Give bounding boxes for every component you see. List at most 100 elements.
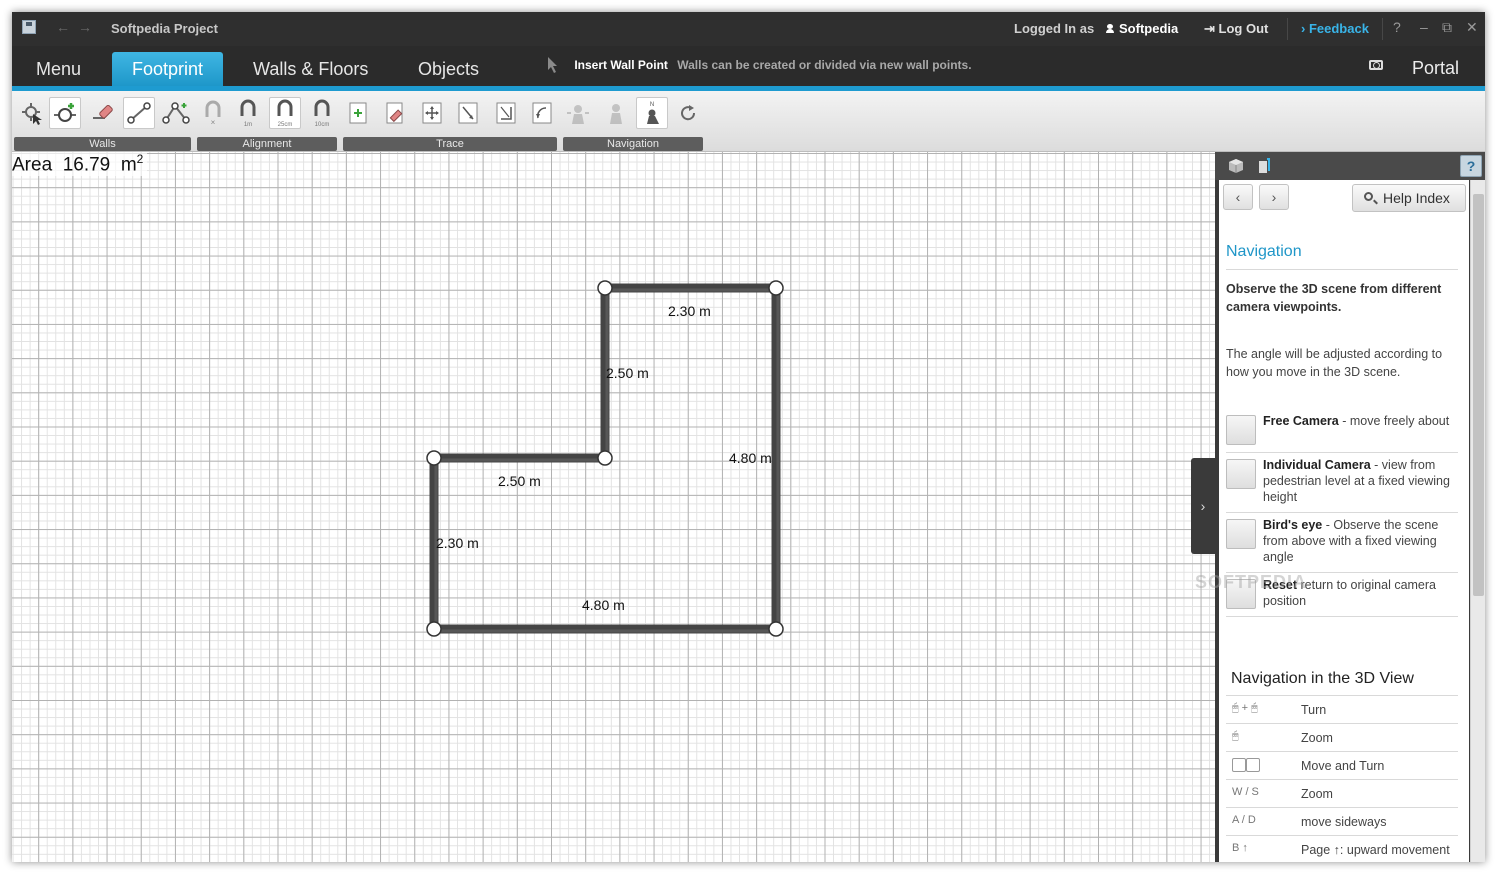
title-bar: ← → Softpedia Project Logged In as Softp…	[12, 12, 1485, 46]
wall-point[interactable]	[768, 280, 784, 296]
trace-resize-b-icon[interactable]	[490, 97, 522, 129]
individual-camera-icon[interactable]	[599, 97, 631, 129]
control-label: Zoom	[1301, 731, 1333, 745]
logged-in-label: Logged In as	[1014, 21, 1095, 36]
help-toggle-button[interactable]: ?	[1460, 155, 1482, 177]
tab-footprint[interactable]: Footprint	[112, 52, 224, 86]
close-button[interactable]: ✕	[1466, 19, 1478, 36]
watermark: SOFTPEDIA	[1195, 572, 1308, 592]
search-icon	[1364, 192, 1373, 201]
catalog-icon[interactable]	[1255, 157, 1273, 175]
wall-dimension-label: 2.30 m	[436, 535, 479, 551]
reset-camera-icon[interactable]	[672, 97, 704, 129]
control-label: Turn	[1301, 703, 1327, 717]
portal-link[interactable]: Portal	[1412, 58, 1459, 79]
individual-camera-icon	[1226, 459, 1256, 489]
svg-text:×: ×	[211, 118, 216, 127]
section-title: Navigation in the 3D View	[1231, 670, 1414, 687]
user-account[interactable]: Softpedia	[1106, 21, 1178, 36]
floorplan-canvas[interactable]: Area 16.79 m2 2.30 m 2.50 m 4.80 m 2.50 …	[12, 152, 1215, 862]
wall-dimension-label: 2.50 m	[498, 473, 541, 489]
chevron-right-icon: ›	[1301, 21, 1306, 36]
username: Softpedia	[1119, 21, 1179, 36]
magnet-10cm-icon[interactable]: 10cm	[306, 97, 338, 129]
help-item-text: Individual Camera - view from pedestrian…	[1263, 458, 1450, 504]
cube-view-icon[interactable]	[1227, 157, 1245, 175]
help-index-label: Help Index	[1383, 190, 1450, 206]
control-label: Zoom	[1301, 787, 1333, 801]
birds-eye-icon[interactable]: N	[636, 97, 668, 129]
help-item-individual-camera[interactable]: Individual Camera - view from pedestrian…	[1226, 457, 1458, 513]
wall-point[interactable]	[426, 621, 442, 637]
help-heading: Navigation	[1226, 243, 1302, 260]
separator	[1382, 18, 1383, 40]
eraser-icon[interactable]	[88, 97, 120, 129]
logout-link[interactable]: ⇥ Log Out	[1204, 21, 1268, 37]
trace-move-icon[interactable]	[416, 97, 448, 129]
control-label: Page ↑: upward movement	[1301, 843, 1450, 857]
magnet-10cm-label: 10cm	[315, 122, 330, 128]
control-row: Move and Turn	[1226, 752, 1458, 780]
tool-group-trace: Trace	[343, 137, 557, 151]
feedback-link[interactable]: › Feedback	[1301, 21, 1369, 36]
free-camera-icon[interactable]	[562, 97, 594, 129]
control-row: A / D move sideways	[1226, 808, 1458, 836]
logout-label: Log Out	[1218, 21, 1269, 36]
wall-dimension-label: 4.80 m	[729, 450, 772, 466]
insert-wall-point-icon[interactable]	[49, 97, 81, 129]
wall-point[interactable]	[597, 280, 613, 296]
tab-objects[interactable]: Objects	[398, 52, 499, 86]
trace-add-icon[interactable]	[342, 97, 374, 129]
select-tool-icon[interactable]	[16, 97, 48, 129]
help-back-button[interactable]: ‹	[1223, 184, 1253, 210]
free-camera-icon	[1226, 415, 1256, 445]
tab-walls-floors[interactable]: Walls & Floors	[233, 52, 388, 86]
save-icon[interactable]	[22, 20, 36, 34]
wall-point[interactable]	[426, 450, 442, 466]
magnet-1m-icon[interactable]: 1m	[232, 97, 264, 129]
trace-rotate-icon[interactable]	[526, 97, 558, 129]
tool-group-navigation: Navigation	[563, 137, 703, 151]
magnet-off-icon[interactable]: ×	[197, 97, 229, 129]
wall-point[interactable]	[597, 450, 613, 466]
scrollbar-thumb[interactable]	[1473, 194, 1484, 596]
help-forward-button[interactable]: ›	[1259, 184, 1289, 210]
draw-wall-icon[interactable]	[123, 97, 155, 129]
tab-menu[interactable]: Menu	[16, 52, 101, 86]
trace-resize-a-icon[interactable]	[452, 97, 484, 129]
screenshot-camera-icon[interactable]	[1369, 60, 1383, 70]
help-panel: ? ‹ › Help Index Navigation Observe the …	[1215, 152, 1485, 862]
help-index-button[interactable]: Help Index	[1352, 184, 1466, 212]
trace-edit-icon[interactable]	[380, 97, 412, 129]
hint-title: Insert Wall Point	[574, 58, 668, 72]
help-scrollbar[interactable]	[1470, 180, 1485, 862]
project-title: Softpedia Project	[111, 21, 218, 36]
wall-chain-icon[interactable]	[160, 97, 192, 129]
minimize-button[interactable]: –	[1420, 19, 1428, 35]
floor-plan[interactable]	[12, 152, 1215, 862]
page-up-key-icon: B ↑	[1232, 842, 1248, 854]
feedback-label: Feedback	[1308, 21, 1369, 36]
help-button[interactable]: ?	[1393, 19, 1401, 35]
panel-tabs: ?	[1215, 152, 1485, 180]
restore-button[interactable]: ⧉	[1442, 19, 1452, 36]
pointer-icon	[547, 57, 557, 74]
user-icon	[1106, 24, 1114, 33]
help-item-free-camera[interactable]: Free Camera - move freely about	[1226, 413, 1458, 453]
control-row: 🖱 + 🖱 Turn	[1226, 696, 1458, 724]
redo-arrow-icon[interactable]: →	[78, 19, 92, 35]
ad-keys-icon: A / D	[1232, 814, 1256, 826]
panel-collapse-button[interactable]: ›	[1191, 458, 1215, 554]
magnet-25cm-icon[interactable]: 25cm	[269, 97, 301, 129]
control-label: move sideways	[1301, 815, 1387, 829]
tool-hint: Insert Wall Point Walls can be created o…	[547, 57, 972, 74]
control-label: Move and Turn	[1301, 759, 1385, 773]
mouse-icon: 🖱 + 🖱	[1232, 702, 1258, 714]
help-item-birds-eye[interactable]: Bird's eye - Observe the scene from abov…	[1226, 517, 1458, 573]
undo-arrow-icon[interactable]: ←	[56, 19, 70, 35]
help-item-text: Bird's eye - Observe the scene from abov…	[1263, 518, 1439, 564]
control-row: B ↑ Page ↑: upward movement	[1226, 836, 1458, 862]
help-lead: Observe the 3D scene from different came…	[1226, 282, 1442, 314]
wall-point[interactable]	[768, 621, 784, 637]
help-content: ‹ › Help Index Navigation Observe the 3D…	[1219, 180, 1469, 862]
